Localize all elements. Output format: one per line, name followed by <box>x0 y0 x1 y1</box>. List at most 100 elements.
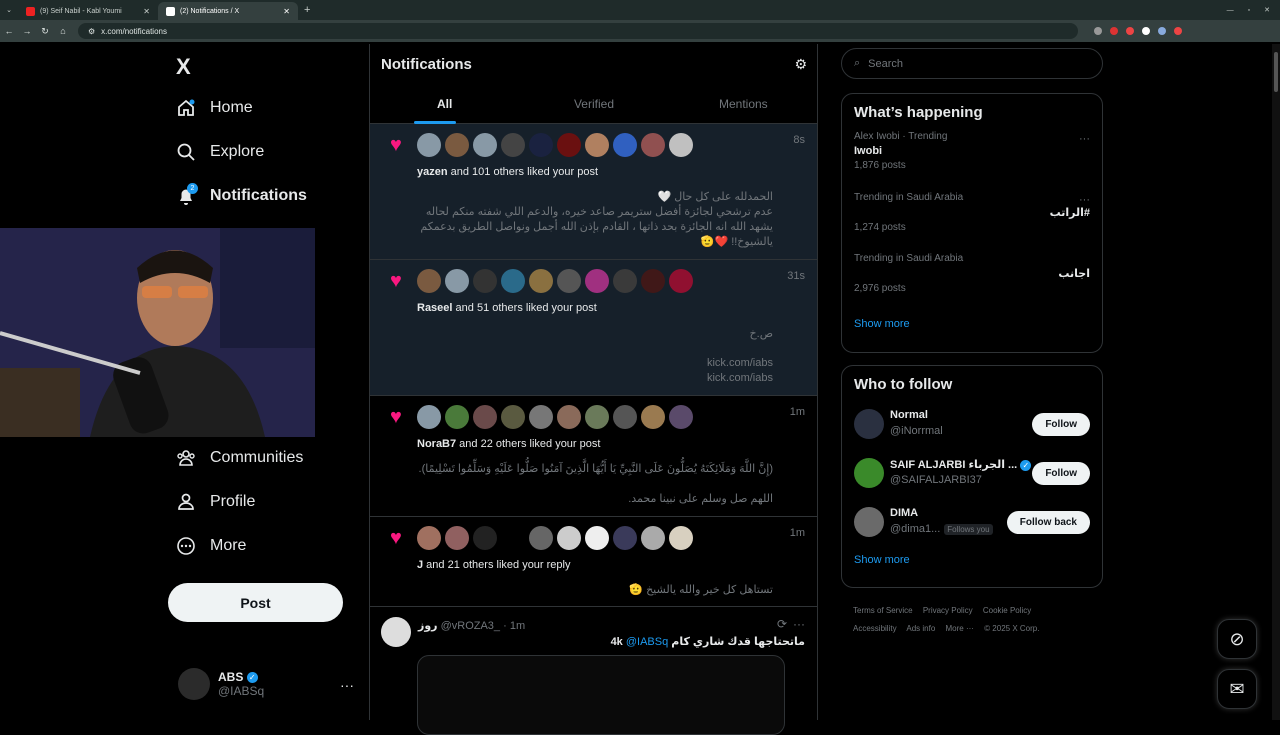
nav-profile[interactable]: Profile <box>176 492 255 512</box>
avatar[interactable] <box>501 405 525 429</box>
avatar[interactable] <box>613 405 637 429</box>
avatar[interactable] <box>445 133 469 157</box>
footer-link[interactable]: Accessibility <box>853 624 897 633</box>
nav-home[interactable]: Home <box>176 98 253 118</box>
notification-item[interactable]: ♥ 8s yazen and 101 others liked your pos… <box>370 124 817 260</box>
avatar[interactable] <box>445 405 469 429</box>
avatar[interactable] <box>445 269 469 293</box>
avatar[interactable] <box>473 526 497 550</box>
avatar[interactable] <box>445 526 469 550</box>
avatar[interactable] <box>529 269 553 293</box>
footer-link[interactable]: More ··· <box>946 624 974 633</box>
follow-button[interactable]: Follow <box>1032 413 1090 436</box>
avatar[interactable] <box>417 133 441 157</box>
avatar[interactable] <box>641 526 665 550</box>
account-switcher[interactable]: ABS ✓ @IABSq <box>178 668 264 700</box>
tab-verified[interactable]: Verified <box>519 89 668 124</box>
footer-link[interactable]: Terms of Service <box>853 606 913 615</box>
nav-communities[interactable]: Communities <box>176 448 303 468</box>
mention-link[interactable]: @IABSq <box>626 636 668 648</box>
notification-item[interactable]: ♥ 1m J and 21 others liked your reply تس… <box>370 517 817 607</box>
follow-suggestion[interactable]: SAIF ALJARBI الجرباء ... ✓ @SAIFALJARBI3… <box>854 452 1090 501</box>
avatar[interactable] <box>641 133 665 157</box>
site-info-icon[interactable]: ⚙ <box>88 27 95 36</box>
avatar[interactable] <box>669 405 693 429</box>
follow-suggestion[interactable]: Normal @iNorrmal Follow <box>854 403 1090 452</box>
search-input[interactable]: ⌕ Search <box>841 48 1103 79</box>
avatar[interactable] <box>669 133 693 157</box>
follow-button[interactable]: Follow <box>1032 462 1090 485</box>
extension-icon[interactable] <box>1094 27 1102 35</box>
tab-mentions[interactable]: Mentions <box>669 89 818 124</box>
x-logo[interactable]: X <box>176 54 191 80</box>
profile-icon[interactable] <box>1174 27 1182 35</box>
avatar[interactable] <box>557 133 581 157</box>
avatar[interactable] <box>585 526 609 550</box>
show-more-link[interactable]: Show more <box>854 318 1090 330</box>
tweet-media[interactable] <box>417 655 785 735</box>
avatar[interactable] <box>381 617 411 647</box>
avatar[interactable] <box>613 526 637 550</box>
tab-all[interactable]: All <box>370 89 519 124</box>
notification-item[interactable]: ♥ 31s Raseel and 51 others liked your po… <box>370 260 817 396</box>
reload-icon[interactable]: ↻ <box>36 26 54 37</box>
avatar[interactable] <box>473 269 497 293</box>
forward-icon[interactable]: → <box>18 26 36 36</box>
avatar[interactable] <box>501 269 525 293</box>
avatar[interactable] <box>501 133 525 157</box>
grok-button[interactable]: ⊘ <box>1217 619 1257 659</box>
home-browser-icon[interactable]: ⌂ <box>54 26 72 36</box>
window-close-button[interactable]: ✕ <box>1264 6 1270 14</box>
trend-more-icon[interactable]: ··· <box>1079 194 1090 206</box>
avatar[interactable] <box>417 269 441 293</box>
extension-icon[interactable] <box>1158 27 1166 35</box>
avatar[interactable] <box>613 269 637 293</box>
avatar[interactable] <box>417 526 441 550</box>
scrollbar[interactable] <box>1272 44 1280 720</box>
avatar[interactable] <box>473 133 497 157</box>
avatar[interactable] <box>529 133 553 157</box>
avatar[interactable] <box>557 526 581 550</box>
avatar[interactable] <box>417 405 441 429</box>
close-icon[interactable]: ✕ <box>283 7 290 16</box>
trend-item[interactable]: Trending in Saudi Arabia #الراتب 1,274 p… <box>854 192 1090 253</box>
back-icon[interactable]: ← <box>0 26 18 36</box>
scrollbar-thumb[interactable] <box>1274 52 1278 92</box>
avatar[interactable] <box>557 405 581 429</box>
avatar[interactable] <box>854 507 884 537</box>
avatar[interactable] <box>669 269 693 293</box>
avatar[interactable] <box>585 133 609 157</box>
browser-tab-x[interactable]: (2) Notifications / X ✕ <box>158 2 298 20</box>
avatar[interactable] <box>641 405 665 429</box>
extension-icon[interactable] <box>1126 27 1134 35</box>
new-tab-button[interactable]: + <box>304 4 310 16</box>
show-more-link[interactable]: Show more <box>854 554 1090 566</box>
notification-item[interactable]: ♥ 1m NoraB7 and 22 others liked your pos… <box>370 396 817 517</box>
settings-gear-icon[interactable]: ⚙ <box>794 56 807 73</box>
tweet-more-icon[interactable]: ··· <box>793 617 805 631</box>
avatar[interactable] <box>854 409 884 439</box>
avatar[interactable] <box>529 526 553 550</box>
minimize-button[interactable]: — <box>1227 7 1234 14</box>
maximize-button[interactable]: ▫ <box>1248 7 1250 14</box>
avatar[interactable] <box>557 269 581 293</box>
footer-link[interactable]: Ads info <box>906 624 935 633</box>
browser-tab-youtube[interactable]: (9) Seif Nabil - Kabl Youmi ✕ <box>18 2 158 20</box>
avatar[interactable] <box>854 458 884 488</box>
footer-link[interactable]: Privacy Policy <box>923 606 973 615</box>
avatar[interactable] <box>501 526 525 550</box>
trend-item[interactable]: Alex Iwobi · Trending Iwobi 1,876 posts … <box>854 131 1090 192</box>
avatar[interactable] <box>585 269 609 293</box>
extension-icon[interactable] <box>1142 27 1150 35</box>
follow-suggestion[interactable]: DIMA @dima1... Follows you Follow back <box>854 501 1090 550</box>
account-more-icon[interactable]: ··· <box>340 677 354 693</box>
follow-back-button[interactable]: Follow back <box>1006 511 1090 534</box>
avatar[interactable] <box>613 133 637 157</box>
avatar[interactable] <box>585 405 609 429</box>
trend-item[interactable]: Trending in Saudi Arabia اجانب 2,976 pos… <box>854 253 1090 314</box>
avatar[interactable] <box>669 526 693 550</box>
reply-tweet[interactable]: روز @vROZA3_ · 1m ⟳ ··· ماتحتاجها قدك شا… <box>370 607 817 735</box>
grok-icon[interactable]: ⟳ <box>777 617 787 631</box>
address-bar[interactable]: ⚙ x.com/notifications <box>78 23 1078 39</box>
avatar[interactable] <box>641 269 665 293</box>
